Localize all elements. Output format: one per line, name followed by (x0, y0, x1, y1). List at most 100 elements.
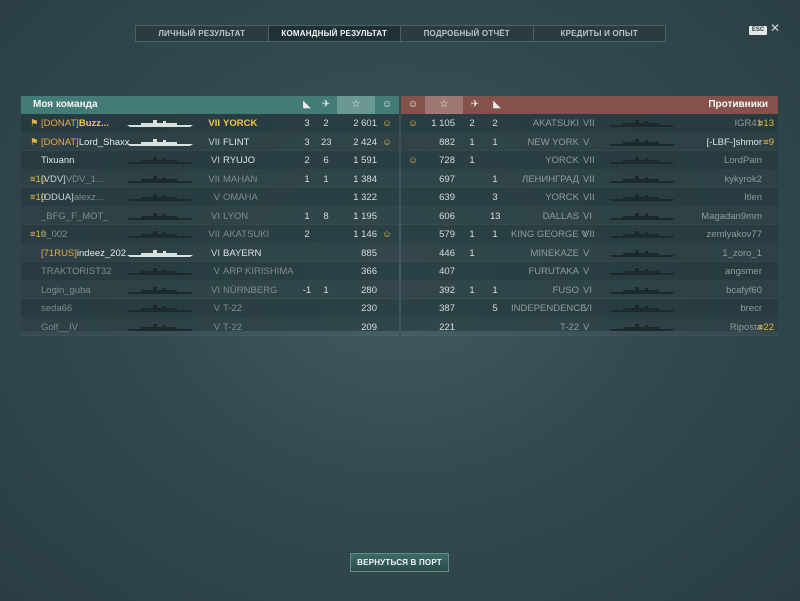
enemy-player-row[interactable]: 446 1 MINEKAZE V 1_zoro_1 (401, 244, 778, 263)
xp-value: 1 591 (353, 155, 377, 166)
player-name: kykyrok2 (724, 173, 762, 185)
kills-value: 1 (492, 173, 498, 185)
plane-kill-icon[interactable]: ✈ (314, 96, 338, 114)
ship-silhouette-icon (609, 157, 675, 164)
clan-tag: [DONAT] (41, 118, 79, 129)
ship-name: AKATSUKI (223, 229, 270, 240)
ship-tier: VII (208, 173, 220, 185)
enemy-player-row[interactable]: 387 5 INDEPENDENCE VI brecr (401, 299, 778, 318)
tab-personal-result[interactable]: ЛИЧНЫЙ РЕЗУЛЬТАТ (136, 26, 269, 41)
team-player-row[interactable]: Golf__IV V T-22 209 (21, 318, 399, 337)
ship-silhouette-icon (127, 120, 193, 127)
kills-value: 1 (492, 284, 498, 296)
player-name: [DONAT]Lord_Shaxx (41, 137, 130, 148)
ship-tier: VII (583, 118, 595, 129)
player-name: [DONAT]Buzz... (41, 118, 109, 129)
ship-name: YORCK (223, 118, 258, 129)
kills-value: 13 (490, 210, 501, 222)
enemy-player-row[interactable]: ☺ 1 105 2 2 AKATSUKI VII IGR41 ≡13 (401, 114, 778, 133)
enemy-player-row[interactable]: 606 13 DALLAS VI Magadan9mm (401, 207, 778, 226)
enemy-player-row[interactable]: 639 3 YORCK VII Itlen (401, 188, 778, 207)
enemy-team-panel: ☺ ☆ ✈ ◣ Противники ☺ 1 105 2 2 AKATSUKI VII IG… (401, 96, 778, 333)
team-player-row[interactable]: _BFG_F_MOT_ VI LYON 1 8 1 195 (21, 207, 399, 226)
kills-value: 5 (492, 303, 498, 314)
team-player-row[interactable]: ≡10 a_002 VII AKATSUKI 2 1 146 ☺ (21, 225, 399, 244)
team-player-row[interactable]: Login_guba VI NÜRNBERG -1 1 280 (21, 281, 399, 300)
star-icon[interactable]: ☆ (337, 96, 375, 114)
planes-value: 1 (469, 284, 475, 296)
enemy-player-row[interactable]: 579 1 1 KING GEORGE V VII zemlyakov77 (401, 225, 778, 244)
team-player-row[interactable]: ≡10 [VDV]VDV_1... VII MAHAN 1 1 1 384 (21, 170, 399, 189)
plane-kill-icon[interactable]: ✈ (463, 96, 487, 114)
planes-value: 2 (323, 118, 329, 129)
team-player-row[interactable]: ⚑ [DONAT]Buzz... VII YORCK 3 2 2 601 ☺ (21, 114, 399, 133)
enemy-player-row[interactable]: 221 T-22 V Riposta ≡22 (401, 318, 778, 337)
laurel-icon[interactable]: ☺ (375, 96, 399, 114)
kills-value: 3 (492, 192, 498, 203)
ship-name: T-22 (559, 321, 579, 333)
enemy-team-title: Противники (708, 99, 768, 110)
kills-value: 1 (304, 210, 310, 222)
medal-icon: ☺ (408, 118, 418, 129)
medal-icon: ☺ (382, 229, 392, 240)
xp-value: 697 (439, 173, 455, 185)
player-nick: Login_guba (41, 284, 91, 296)
tab-team-result[interactable]: КОМАНДНЫЙ РЕЗУЛЬТАТ (268, 26, 401, 41)
medal-icon: ☺ (382, 118, 392, 129)
kills-value: 2 (304, 229, 310, 240)
team-player-row[interactable]: ≡10 [ODUA]alexz... V OMAHA 1 322 (21, 188, 399, 207)
ship-silhouette-icon (127, 157, 193, 164)
laurel-icon[interactable]: ☺ (401, 96, 425, 114)
kills-value: -1 (302, 284, 312, 296)
planes-value: 2 (469, 118, 475, 129)
ship-tier: V (213, 303, 220, 314)
ship-silhouette-icon (609, 286, 675, 294)
ship-name: ARP KIRISHIMA (223, 266, 294, 277)
tab-credits-xp[interactable]: КРЕДИТЫ И ОПЫТ (534, 26, 666, 41)
return-to-port-button[interactable]: ВЕРНУТЬСЯ В ПОРТ (350, 553, 449, 572)
clan-tag: [VDV] (41, 173, 66, 185)
star-icon[interactable]: ☆ (425, 96, 463, 114)
player-name: bcafyf60 (726, 284, 762, 296)
xp-value: 392 (439, 284, 455, 296)
planes-value: 1 (469, 136, 475, 148)
kills-value: 1 (492, 136, 498, 148)
ship-silhouette-icon (609, 323, 675, 331)
ship-silhouette-icon (609, 305, 675, 312)
ship-tier: VI (583, 284, 592, 296)
player-name: _BFG_F_MOT_ (41, 211, 109, 222)
ship-kill-icon[interactable]: ◣ (485, 96, 509, 114)
enemy-player-row[interactable]: 697 1 ЛЕНИНГРАД VII kykyrok2 (401, 170, 778, 189)
ship-name: OMAHA (223, 192, 258, 203)
ship-silhouette-icon (609, 194, 675, 201)
team-player-row[interactable]: [71RUS]indeez_202 VI BAYERN 885 (21, 244, 399, 263)
tab-detailed-report[interactable]: ПОДРОБНЫЙ ОТЧЁТ (401, 26, 534, 41)
ship-name: MAHAN (223, 173, 258, 185)
enemy-player-row[interactable]: 392 1 1 FUSO VI bcafyf60 (401, 281, 778, 300)
team-player-row[interactable]: seda66 V T-22 230 (21, 299, 399, 318)
close-icon[interactable]: ✕ (769, 22, 781, 34)
enemy-player-row[interactable]: ☺ 728 1 YORCK VII LordPain (401, 151, 778, 170)
player-name: TRAKTORIST32 (41, 266, 112, 277)
ship-name: T-22 (223, 303, 243, 314)
xp-value: 230 (361, 303, 377, 314)
ship-name: RYUJO (223, 155, 256, 166)
team-player-row[interactable]: TRAKTORIST32 V ARP KIRISHIMA 366 (21, 262, 399, 281)
ship-silhouette-icon (127, 286, 193, 294)
ship-silhouette-icon (127, 305, 193, 312)
team-player-row[interactable]: Tixuann VI RYUJO 2 6 1 591 (21, 151, 399, 170)
enemy-player-row[interactable]: 882 1 1 NEW YORK V [-LBF-]shmor ≡9 (401, 133, 778, 152)
xp-value: 280 (361, 284, 377, 296)
planes-value: 1 (323, 284, 329, 296)
player-badge: ≡9 (763, 136, 774, 148)
ship-name: FURUTAKA (528, 266, 580, 277)
ship-tier: V (213, 192, 220, 203)
enemy-player-row[interactable]: 407 FURUTAKA Vangsmer (401, 262, 778, 281)
ship-tier: V (583, 247, 590, 259)
team-player-row[interactable]: ⚑ [DONAT]Lord_Shaxx VII FLINT 3 23 2 424 ☺ (21, 133, 399, 152)
ship-tier: VI (211, 284, 220, 296)
ship-tier: VI (583, 210, 592, 222)
player-badge: ⚑ (30, 136, 39, 148)
ship-name: AKATSUKI (532, 118, 579, 129)
player-name: brecr (740, 303, 762, 314)
